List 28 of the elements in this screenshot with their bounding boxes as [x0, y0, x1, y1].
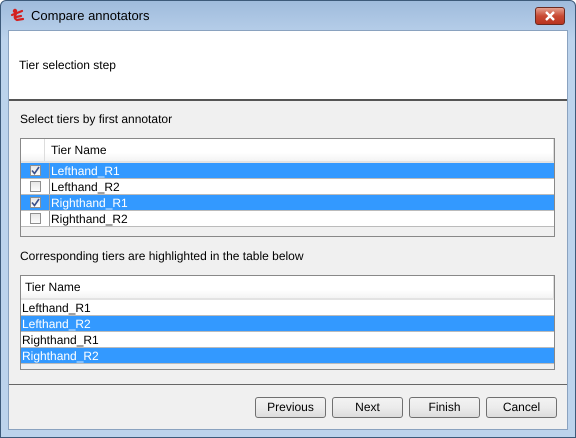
table-cell: Righthand_R1: [21, 332, 99, 346]
table-cell: Righthand_R2: [50, 212, 128, 226]
checkbox[interactable]: [30, 197, 40, 208]
checkbox[interactable]: [30, 165, 40, 176]
section-caption: Select tiers by first annotator: [20, 112, 174, 127]
table-row[interactable]: Righthand_R2: [21, 211, 554, 227]
column-header[interactable]: Tier Name: [21, 276, 554, 298]
table-cell: Lefthand_R2: [21, 316, 91, 330]
table-row[interactable]: Lefthand_R2: [21, 179, 554, 195]
step-title: Tier selection step: [19, 58, 116, 72]
table-cell: Lefthand_R1: [21, 300, 91, 314]
section-caption: Corresponding tiers are highlighted in the table below: [20, 249, 305, 264]
wizard-button[interactable]: Previous: [255, 396, 326, 418]
checkbox[interactable]: [30, 213, 40, 224]
app-logo-icon: [10, 8, 26, 24]
table-cell: Lefthand_R1: [50, 164, 120, 178]
table-cell: Lefthand_R2: [50, 180, 120, 194]
wizard-button[interactable]: Finish: [409, 396, 480, 418]
table-row[interactable]: Lefthand_R1: [21, 300, 554, 316]
table-row[interactable]: Righthand_R1: [21, 332, 554, 348]
checkbox[interactable]: [30, 181, 40, 192]
wizard-button[interactable]: Next: [332, 396, 403, 418]
window-title: Compare annotators: [31, 8, 151, 23]
close-icon: [544, 10, 556, 20]
table-cell: Righthand_R1: [50, 196, 128, 210]
close-button[interactable]: [535, 6, 565, 24]
table-cell: Righthand_R2: [21, 348, 99, 362]
wizard-button[interactable]: Cancel: [486, 396, 557, 418]
